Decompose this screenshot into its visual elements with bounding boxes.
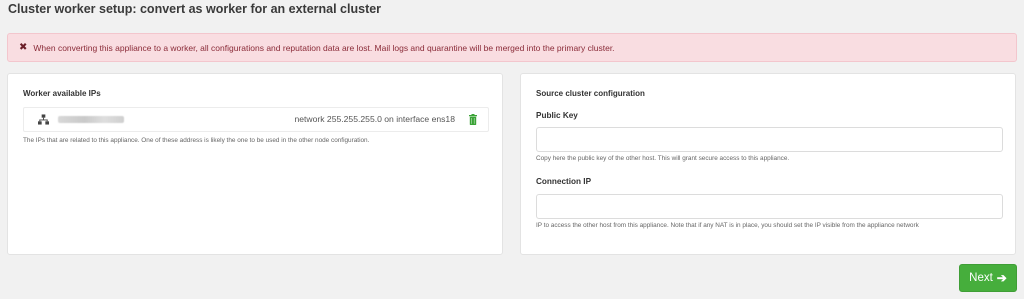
source-cluster-title: Source cluster configuration: [536, 89, 645, 98]
page-title: Cluster worker setup: convert as worker …: [8, 2, 382, 16]
public-key-input[interactable]: [536, 127, 1003, 152]
worker-ips-title: Worker available IPs: [23, 89, 101, 98]
ip-network-description: network 255.255.255.0 on interface ens18: [294, 114, 455, 124]
network-icon: [38, 114, 49, 125]
next-button[interactable]: Next ➔: [959, 264, 1017, 292]
connection-ip-label: Connection IP: [536, 177, 592, 186]
ip-list-item: network 255.255.255.0 on interface ens18: [23, 107, 489, 132]
worker-ips-help: The IPs that are related to this applian…: [23, 137, 370, 144]
source-cluster-card: Source cluster configuration Public Key …: [520, 73, 1016, 255]
warning-alert: ✖ When converting this appliance to a wo…: [7, 33, 1017, 62]
close-icon: ✖: [19, 42, 28, 53]
connection-ip-input[interactable]: [536, 194, 1003, 219]
public-key-help: Copy here the public key of the other ho…: [536, 155, 790, 162]
worker-ips-card: Worker available IPs network 255.255.255…: [7, 73, 503, 255]
trash-icon[interactable]: [469, 114, 477, 125]
arrow-right-icon: ➔: [996, 271, 1007, 285]
connection-ip-help: IP to access the other host from this ap…: [536, 222, 919, 229]
next-button-label: Next: [969, 272, 993, 284]
alert-message: When converting this appliance to a work…: [33, 42, 615, 53]
public-key-label: Public Key: [536, 111, 578, 120]
redacted-ip-address: [58, 116, 124, 123]
